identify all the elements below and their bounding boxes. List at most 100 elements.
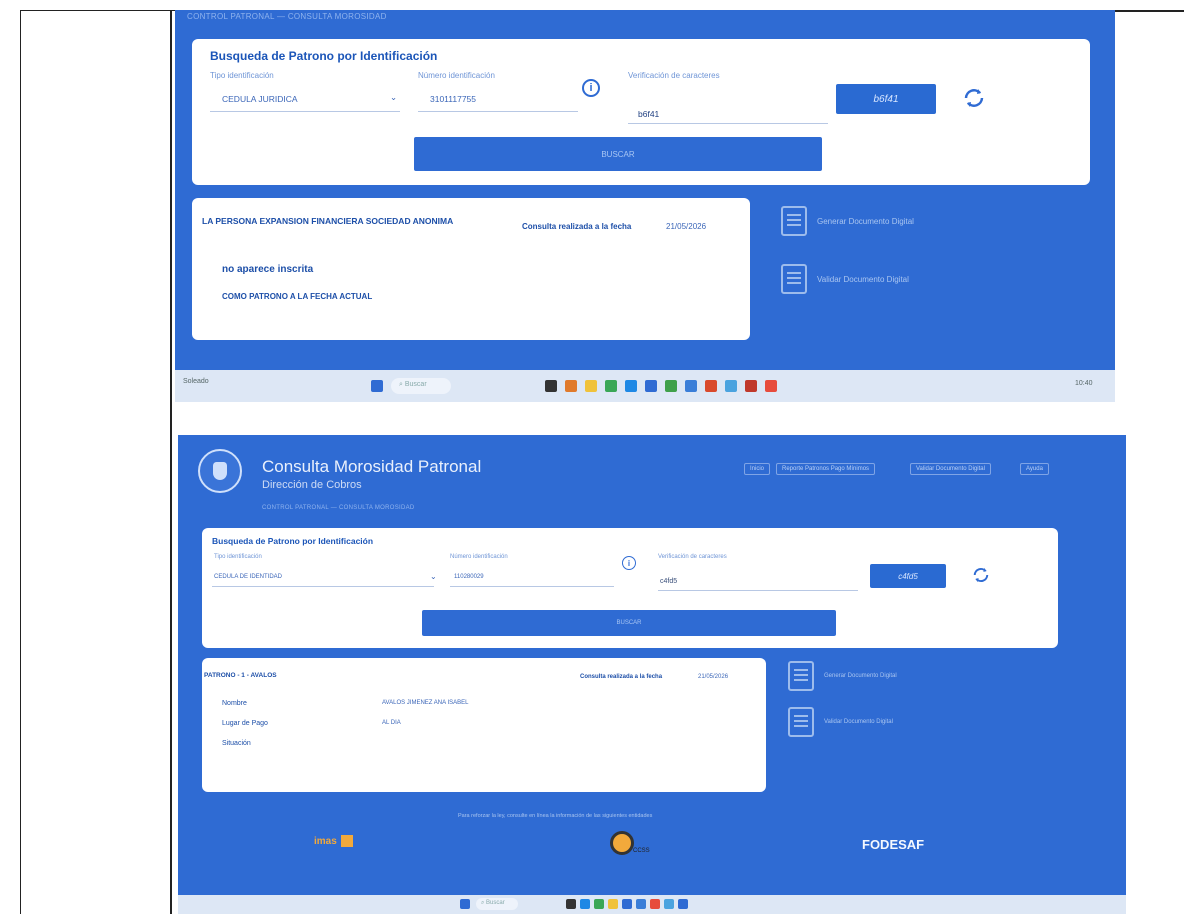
taskbar-search[interactable]: ⌕ Buscar: [476, 898, 518, 910]
verif-label: Verificación de caracteres: [658, 554, 727, 560]
validate-doc-link[interactable]: Validar Documento Digital: [788, 707, 893, 737]
app-icon-9[interactable]: [678, 899, 688, 909]
windows-taskbar: ⌕ Buscar: [178, 895, 1126, 914]
app-icon-9[interactable]: [705, 380, 717, 392]
result-line-2: COMO PATRONO A LA FECHA ACTUAL: [222, 292, 373, 301]
app-icon-6[interactable]: [645, 380, 657, 392]
app-icon-7[interactable]: [665, 380, 677, 392]
ccss-logo: [198, 449, 242, 493]
validate-doc-label: Validar Documento Digital: [817, 274, 909, 284]
app-icon-6[interactable]: [636, 899, 646, 909]
app-icon-1[interactable]: [566, 899, 576, 909]
validate-doc-label: Validar Documento Digital: [824, 719, 893, 725]
table-border-divider: [170, 10, 172, 914]
ccss-footer-logo: CCSS: [610, 831, 650, 855]
row-label-lugar: Lugar de Pago: [222, 720, 268, 727]
app-icon-2[interactable]: [565, 380, 577, 392]
app-icon-11[interactable]: [745, 380, 757, 392]
search-title: Busqueda de Patrono por Identificación: [210, 49, 438, 63]
windows-start-icon[interactable]: [460, 899, 470, 909]
verif-underline: [628, 123, 828, 124]
chrome-icon[interactable]: [605, 380, 617, 392]
document-icon: [781, 206, 807, 236]
taskbar-search-label: Buscar: [404, 381, 427, 388]
app-icon-5[interactable]: [625, 380, 637, 392]
page-title: Consulta Morosidad Patronal: [262, 457, 482, 476]
captcha-image: b6f41: [836, 84, 936, 114]
verif-input[interactable]: b6f41: [638, 109, 659, 119]
app-icon-2[interactable]: [580, 899, 590, 909]
generate-doc-label: Generar Documento Digital: [824, 673, 897, 679]
chevron-down-icon[interactable]: ⌄: [430, 572, 437, 581]
app-icon-8[interactable]: [664, 899, 674, 909]
app-icon-7[interactable]: [650, 899, 660, 909]
tipo-label: Tipo identificación: [214, 554, 262, 560]
row-label-nombre: Nombre: [222, 700, 247, 707]
verif-label: Verificación de caracteres: [628, 71, 720, 80]
generate-doc-link[interactable]: Generar Documento Digital: [781, 206, 914, 236]
consulta-label: Consulta realizada a la fecha: [580, 674, 663, 680]
patrono-header: PATRONO - 1 - AVALOS: [204, 672, 277, 679]
verif-underline: [658, 590, 858, 591]
consulta-label: Consulta realizada a la fecha: [522, 222, 632, 231]
validate-doc-link[interactable]: Validar Documento Digital: [781, 264, 909, 294]
refresh-icon[interactable]: [960, 84, 988, 112]
chrome-icon[interactable]: [594, 899, 604, 909]
chevron-down-icon[interactable]: ⌄: [390, 92, 397, 103]
tipo-select[interactable]: CEDULA JURIDICA: [222, 94, 298, 104]
taskbar-search[interactable]: ⌕ Buscar: [391, 378, 451, 394]
search-card: Busqueda de Patrono por Identificación T…: [202, 528, 1058, 648]
tipo-underline: [210, 111, 400, 112]
row-label-situacion: Situación: [222, 740, 251, 747]
folder-icon[interactable]: [608, 899, 618, 909]
generate-doc-label: Generar Documento Digital: [817, 216, 914, 226]
breadcrumb: CONTROL PATRONAL — CONSULTA MOROSIDAD: [187, 12, 387, 21]
row-value-nombre: AVALOS JIMENEZ ANA ISABEL: [382, 700, 469, 706]
windows-start-icon[interactable]: [371, 380, 383, 392]
numero-label: Número identificación: [418, 71, 495, 80]
app-icon-1[interactable]: [545, 380, 557, 392]
generate-doc-link[interactable]: Generar Documento Digital: [788, 661, 897, 691]
fodesaf-logo: FODESAF: [862, 837, 925, 852]
tipo-select[interactable]: CEDULA DE IDENTIDAD: [214, 574, 282, 580]
verif-input[interactable]: c4fd5: [660, 578, 677, 585]
screenshot-2: Consulta Morosidad Patronal Dirección de…: [178, 435, 1126, 914]
folder-icon[interactable]: [585, 380, 597, 392]
captcha-image: c4fd5: [870, 564, 946, 588]
numero-label: Número identificación: [450, 554, 508, 560]
buscar-button[interactable]: BUSCAR: [422, 610, 836, 636]
buscar-button[interactable]: BUSCAR: [414, 137, 822, 171]
numero-input[interactable]: 110280029: [454, 574, 484, 580]
document-check-icon: [781, 264, 807, 294]
screenshot-1: CONTROL PATRONAL — CONSULTA MOROSIDAD Bu…: [175, 10, 1115, 402]
tipo-label: Tipo identificación: [210, 71, 274, 80]
info-icon[interactable]: i: [582, 79, 600, 97]
result-card: PATRONO - 1 - AVALOS Consulta realizada …: [202, 658, 766, 792]
persona-name: LA PERSONA EXPANSION FINANCIERA SOCIEDAD…: [202, 216, 454, 226]
numero-underline: [450, 586, 614, 587]
nav-inicio[interactable]: Inicio: [744, 463, 771, 475]
result-line-1: no aparece inscrita: [222, 264, 314, 275]
document-icon: [788, 661, 814, 691]
search-title: Busqueda de Patrono por Identificación: [212, 536, 374, 546]
table-border-left: [20, 10, 21, 914]
nav-validar[interactable]: Validar Documento Digital: [910, 463, 991, 475]
taskbar-search-label: Buscar: [486, 900, 505, 906]
clock: 10:40: [1075, 380, 1093, 387]
info-icon[interactable]: i: [622, 556, 636, 570]
app-icon-10[interactable]: [725, 380, 737, 392]
nav-reporte[interactable]: Reporte Patronos Pago Mínimos: [776, 463, 876, 475]
nav-ayuda[interactable]: Ayuda: [1020, 463, 1049, 475]
document-check-icon: [788, 707, 814, 737]
page-subtitle: Dirección de Cobros: [262, 479, 362, 491]
refresh-icon[interactable]: [970, 564, 992, 586]
tipo-underline: [212, 586, 434, 587]
numero-input[interactable]: 3101117755: [430, 94, 476, 104]
breadcrumb: CONTROL PATRONAL — CONSULTA MOROSIDAD: [262, 505, 415, 511]
app-icon-8[interactable]: [685, 380, 697, 392]
consulta-date: 21/05/2026: [698, 674, 729, 680]
app-icon-5[interactable]: [622, 899, 632, 909]
row-value-lugar: AL DIA: [382, 720, 401, 726]
app-icon-12[interactable]: [765, 380, 777, 392]
search-card: Busqueda de Patrono por Identificación T…: [192, 39, 1090, 185]
